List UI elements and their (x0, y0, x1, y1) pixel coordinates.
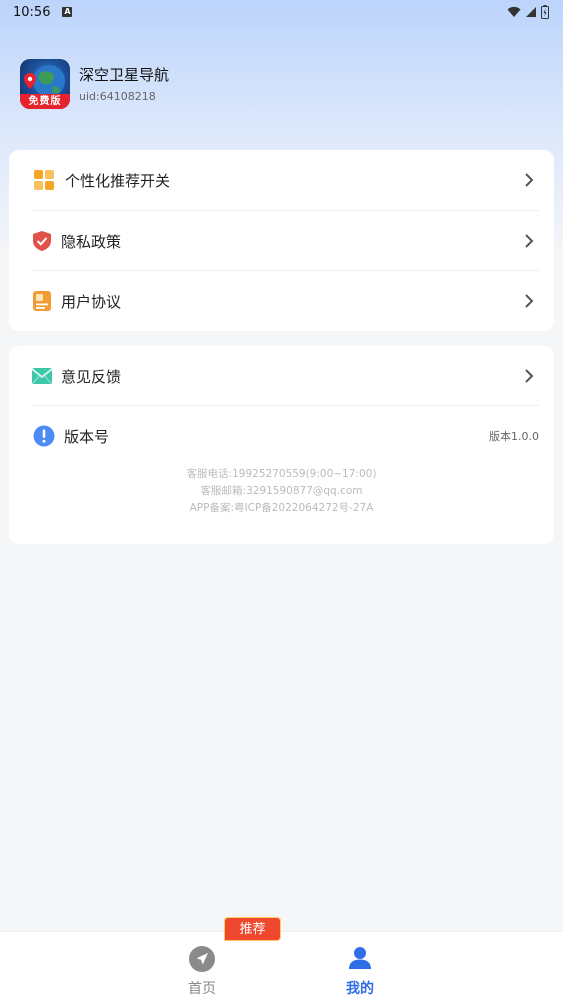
bottom-navigation: 首页 我的 (0, 931, 563, 1002)
menu-item-label: 意见反馈 (61, 367, 122, 386)
chevron-right-icon (525, 173, 534, 187)
shield-icon (31, 230, 53, 252)
navigation-arrow-icon (189, 946, 215, 972)
wifi-icon (507, 6, 521, 17)
app-name: 深空卫星导航 (79, 66, 170, 84)
battery-icon (541, 5, 549, 19)
menu-item-personalized-recommendation[interactable]: 个性化推荐开关 (31, 150, 539, 210)
document-icon (31, 290, 53, 312)
menu-item-label: 隐私政策 (61, 232, 122, 251)
settings-card: 个性化推荐开关 隐私政策 用户协议 (9, 150, 554, 331)
version-value: 版本1.0.0 (489, 430, 539, 443)
tab-mine[interactable]: 我的 (320, 932, 400, 1002)
app-logo: 免费版 (20, 59, 70, 109)
version-row: 版本号 版本1.0.0 (31, 406, 539, 466)
free-version-tag: 免费版 (20, 94, 70, 109)
info-card: 意见反馈 版本号 版本1.0.0 客服电话:19925270559(9:00~1… (9, 346, 554, 544)
support-phone: 客服电话:19925270559(9:00~17:00) (186, 468, 377, 480)
support-email: 客服邮箱:3291590877@qq.com (200, 485, 363, 497)
tab-label: 我的 (346, 981, 374, 997)
tab-label: 首页 (188, 981, 216, 997)
menu-item-label: 用户协议 (61, 292, 122, 311)
menu-item-user-agreement[interactable]: 用户协议 (31, 271, 539, 331)
chevron-right-icon (525, 294, 534, 308)
mail-icon (31, 365, 53, 387)
user-icon (349, 947, 371, 969)
info-icon (33, 425, 55, 447)
user-id: uid:64108218 (79, 90, 156, 103)
support-info: 客服电话:19925270559(9:00~17:00) 客服邮箱:329159… (9, 466, 554, 517)
version-label: 版本号 (64, 427, 110, 446)
grid-icon (33, 169, 55, 191)
profile-header: 免费版 深空卫星导航 uid:64108218 (20, 59, 169, 109)
tab-home[interactable]: 首页 (162, 932, 242, 1002)
status-bar: 10:56 A (0, 0, 563, 24)
status-time: 10:56 (13, 4, 51, 20)
menu-item-label: 个性化推荐开关 (65, 171, 171, 190)
signal-icon (526, 7, 536, 17)
chevron-right-icon (525, 234, 534, 248)
menu-item-privacy-policy[interactable]: 隐私政策 (31, 211, 539, 271)
notification-icon: A (62, 7, 73, 17)
chevron-right-icon (525, 369, 534, 383)
menu-item-feedback[interactable]: 意见反馈 (31, 346, 539, 406)
recommend-badge: 推荐 (224, 917, 281, 941)
icp-record: APP备案:粤ICP备2022064272号-27A (189, 502, 374, 514)
